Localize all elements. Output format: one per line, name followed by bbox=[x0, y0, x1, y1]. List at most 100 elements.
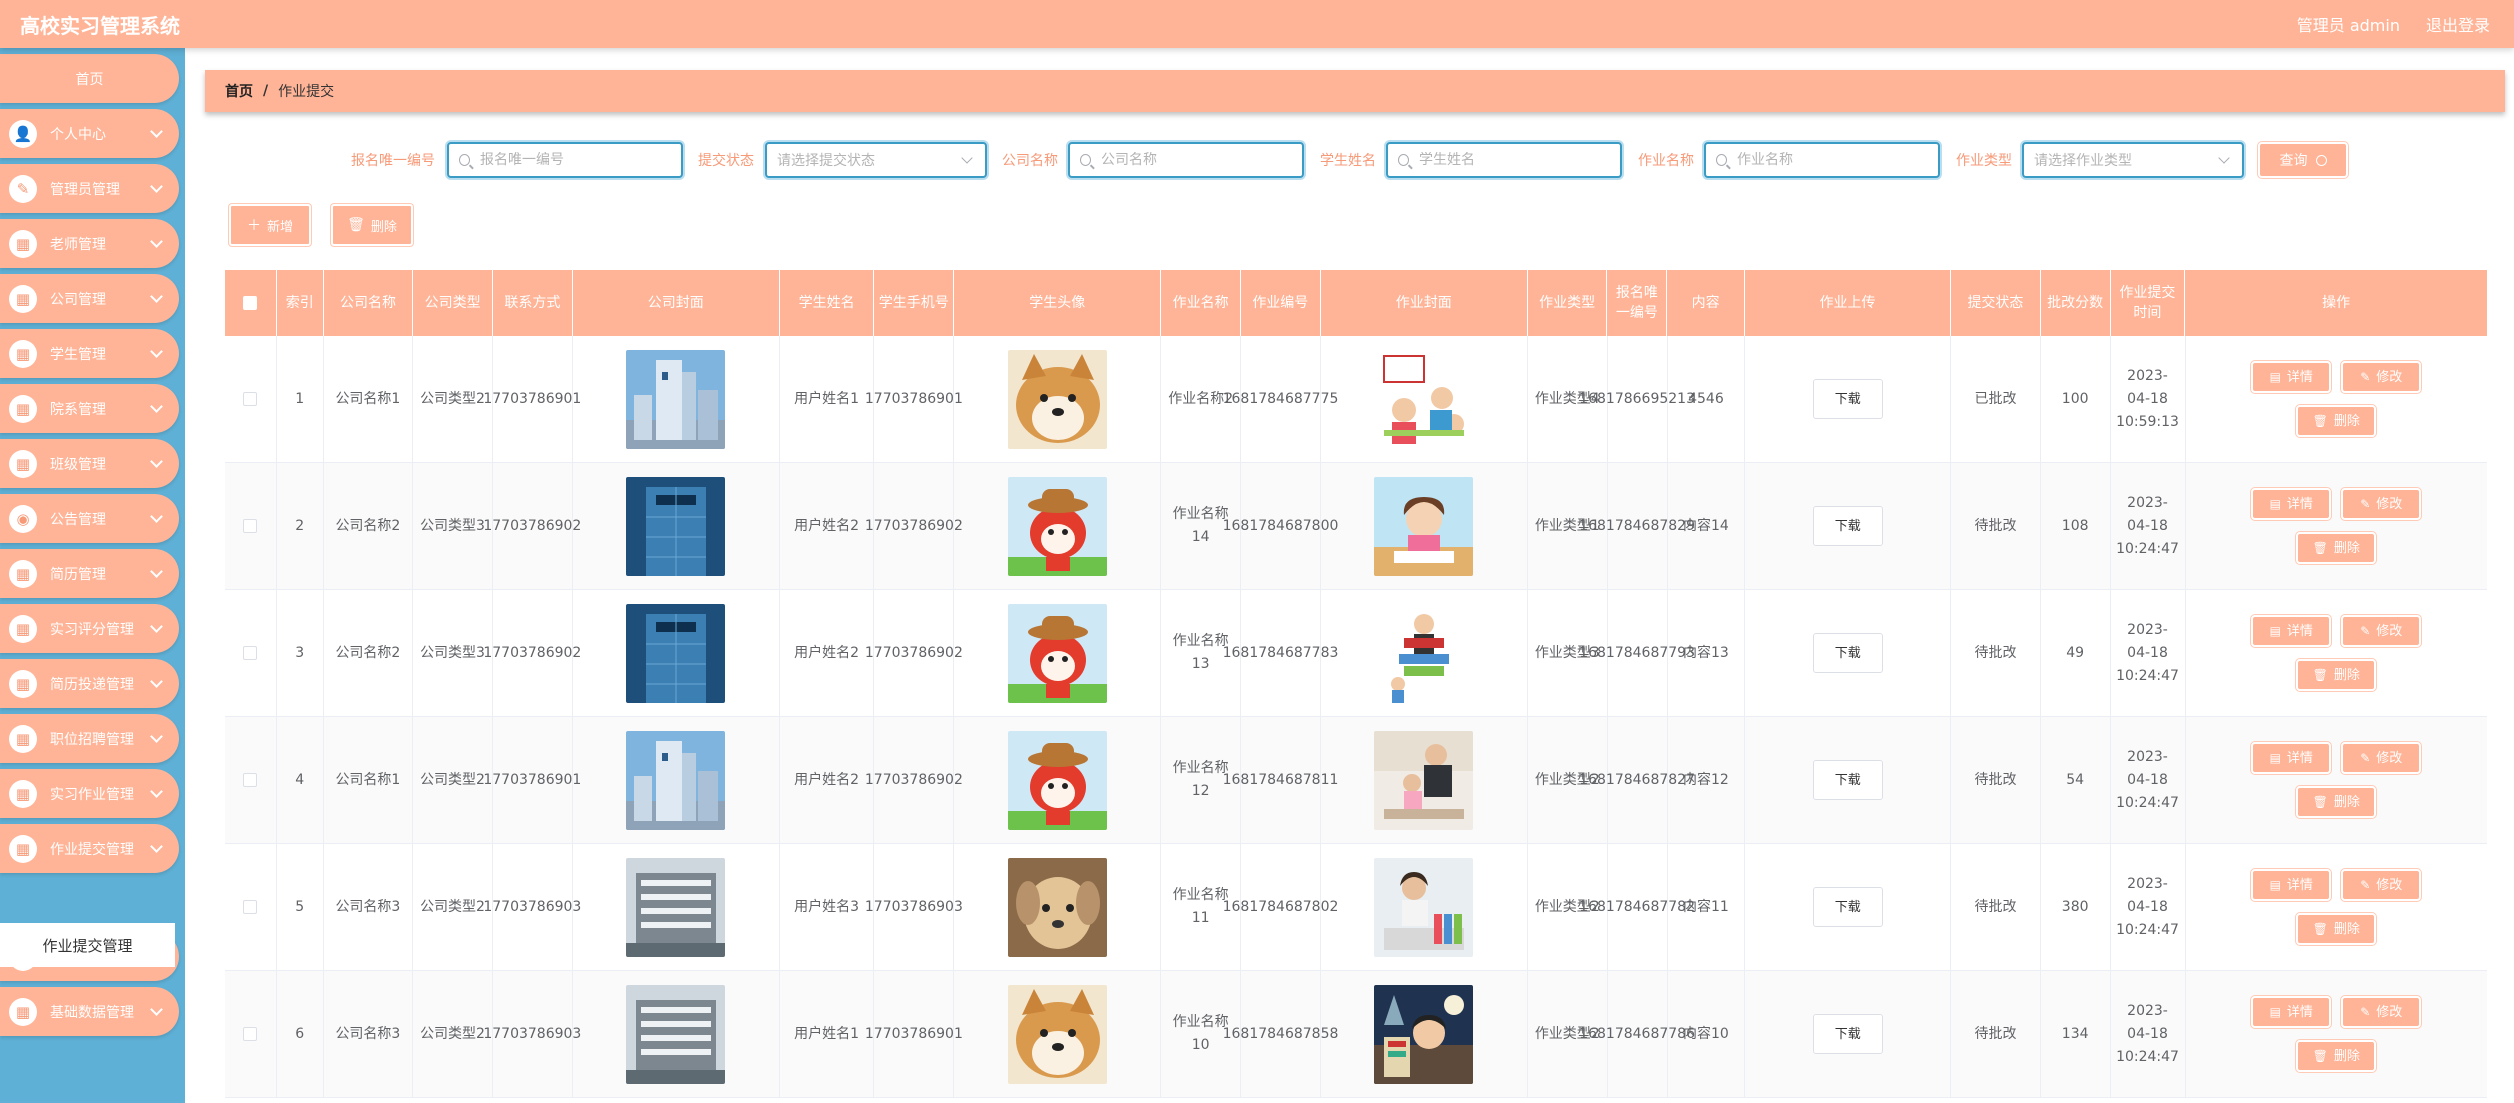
sidebar-item[interactable]: ▦ 简历管理 bbox=[0, 549, 179, 598]
index-value: 1 bbox=[295, 390, 305, 407]
bulk-delete-button[interactable]: 🗑 删除 bbox=[331, 204, 413, 246]
company-name-cell: 公司名称1 bbox=[324, 717, 414, 843]
edit-button[interactable]: ✎ 修改 bbox=[2341, 742, 2422, 774]
company-type-value: 公司类型2 bbox=[420, 898, 485, 915]
status-value: 已批改 bbox=[1974, 390, 2017, 407]
contact-cell: 17703786903 bbox=[483, 844, 581, 970]
chevron-down-icon bbox=[150, 454, 163, 468]
sidebar-item[interactable]: ▦ 学生管理 bbox=[0, 329, 179, 378]
logout-link[interactable]: 退出登录 bbox=[2426, 12, 2490, 36]
edit-button[interactable]: ✎ 修改 bbox=[2341, 869, 2422, 901]
homework-name-field[interactable] bbox=[1704, 142, 1940, 178]
row-select-cell bbox=[225, 463, 277, 589]
download-button[interactable]: 下载 bbox=[1812, 633, 1883, 673]
student-name-input[interactable] bbox=[1419, 152, 1620, 168]
sidebar-item[interactable]: ▦ 实习作业管理 bbox=[0, 769, 179, 818]
row-checkbox[interactable] bbox=[243, 900, 258, 914]
delete-button[interactable]: 🗑 删除 bbox=[2296, 532, 2377, 564]
delete-button[interactable]: 🗑 删除 bbox=[2296, 786, 2377, 818]
table-row: 1 公司名称1 公司类型2 17703786901 用户姓名1 17703786901 作业… bbox=[225, 336, 2487, 463]
submit-time-value: 2023-04-18 10:24:47 bbox=[2116, 875, 2179, 938]
download-button[interactable]: 下载 bbox=[1812, 887, 1883, 927]
company-cover-cell bbox=[573, 336, 780, 462]
select-all-checkbox[interactable] bbox=[243, 296, 258, 310]
table-row: 4 公司名称1 公司类型2 17703786901 用户姓名2 17703786902 作业… bbox=[225, 717, 2487, 844]
row-checkbox[interactable] bbox=[243, 646, 258, 660]
index-value: 2 bbox=[295, 517, 305, 534]
sidebar-item[interactable]: ▦ 公司管理 bbox=[0, 274, 179, 323]
detail-button[interactable]: ▤ 详情 bbox=[2251, 361, 2332, 393]
edit-button[interactable]: ✎ 修改 bbox=[2341, 361, 2422, 393]
sidebar-item[interactable]: ▦ 实习评分管理 bbox=[0, 604, 179, 653]
detail-button[interactable]: ▤ 详情 bbox=[2251, 615, 2332, 647]
breadcrumb-current: 作业提交 bbox=[278, 84, 335, 100]
download-button[interactable]: 下载 bbox=[1812, 1014, 1883, 1054]
detail-button[interactable]: ▤ 详情 bbox=[2251, 488, 2332, 520]
query-label: 查询 bbox=[2279, 153, 2308, 169]
grid-icon: ▦ bbox=[9, 614, 37, 643]
row-checkbox[interactable] bbox=[243, 1027, 258, 1041]
contact-value: 17703786902 bbox=[483, 644, 582, 661]
column-header: 作业编号 bbox=[1241, 270, 1321, 336]
submit-time-value: 2023-04-18 10:24:47 bbox=[2116, 494, 2179, 557]
grid-icon: ▦ bbox=[9, 779, 37, 808]
detail-button[interactable]: ▤ 详情 bbox=[2251, 996, 2332, 1028]
delete-button[interactable]: 🗑 删除 bbox=[2296, 913, 2377, 945]
row-checkbox[interactable] bbox=[243, 392, 258, 406]
sidebar-item[interactable]: ▦ 班级管理 bbox=[0, 439, 179, 488]
breadcrumb-home[interactable]: 首页 bbox=[225, 81, 253, 101]
sidebar-item[interactable]: ▦ 简历投递管理 bbox=[0, 659, 179, 708]
content-value: 内容11 bbox=[1683, 898, 1729, 915]
company-name-input[interactable] bbox=[1101, 152, 1302, 168]
row-select-cell bbox=[225, 844, 277, 970]
table-row: 6 公司名称3 公司类型2 17703786903 用户姓名1 17703786901 作业… bbox=[225, 971, 2487, 1098]
company-name-field[interactable] bbox=[1068, 142, 1304, 178]
sidebar-subitem-active[interactable]: 作业提交管理 bbox=[0, 923, 175, 967]
edit-button[interactable]: ✎ 修改 bbox=[2341, 996, 2422, 1028]
row-checkbox[interactable] bbox=[243, 519, 258, 533]
company-type-value: 公司类型2 bbox=[420, 390, 485, 407]
index-cell: 2 bbox=[277, 463, 324, 589]
download-button[interactable]: 下载 bbox=[1812, 379, 1883, 419]
content-value: 内容14 bbox=[1683, 517, 1729, 534]
student-avatar-cell bbox=[954, 463, 1162, 589]
delete-button[interactable]: 🗑 删除 bbox=[2296, 659, 2377, 691]
company-name-cell: 公司名称3 bbox=[324, 844, 414, 970]
submit-time-value: 2023-04-18 10:59:13 bbox=[2116, 367, 2179, 430]
score-value: 380 bbox=[2061, 898, 2089, 915]
sidebar-item[interactable]: ▦ 院系管理 bbox=[0, 384, 179, 433]
student-name-field[interactable] bbox=[1386, 142, 1622, 178]
company-cover-cell bbox=[573, 463, 780, 589]
download-button[interactable]: 下载 bbox=[1812, 506, 1883, 546]
sidebar-item-label: 院系管理 bbox=[50, 401, 106, 418]
download-button[interactable]: 下载 bbox=[1812, 760, 1883, 800]
signup-no-input[interactable] bbox=[480, 152, 681, 168]
sidebar-item[interactable]: ✎ 管理员管理 bbox=[0, 164, 179, 213]
sidebar-item[interactable]: ▦ 老师管理 bbox=[0, 219, 179, 268]
sidebar-item[interactable]: ▦ 基础数据管理 bbox=[0, 987, 179, 1036]
homework-name-input[interactable] bbox=[1737, 152, 1938, 168]
delete-button[interactable]: 🗑 删除 bbox=[2296, 405, 2377, 437]
sidebar-item[interactable]: ◉ 公告管理 bbox=[0, 494, 179, 543]
pencil-icon: ✎ bbox=[2360, 369, 2371, 384]
submit-time-value: 2023-04-18 10:24:47 bbox=[2116, 621, 2179, 684]
edit-button[interactable]: ✎ 修改 bbox=[2341, 615, 2422, 647]
sidebar-item[interactable]: 👤 个人中心 bbox=[0, 109, 179, 158]
signup-no-field[interactable] bbox=[447, 142, 683, 178]
table-row: 2 公司名称2 公司类型3 17703786902 用户姓名2 17703786902 作业… bbox=[225, 463, 2487, 590]
detail-button[interactable]: ▤ 详情 bbox=[2251, 742, 2332, 774]
homework-type-select[interactable]: 请选择作业类型 bbox=[2022, 142, 2244, 178]
add-button[interactable]: ＋ 新增 bbox=[229, 204, 311, 246]
edit-button[interactable]: ✎ 修改 bbox=[2341, 488, 2422, 520]
sidebar-item[interactable]: ▦ 作业提交管理 bbox=[0, 824, 179, 873]
query-button[interactable]: 查询 bbox=[2258, 142, 2348, 178]
sidebar-item[interactable]: 首页 bbox=[0, 54, 179, 103]
submit-time-cell: 2023-04-18 10:24:47 bbox=[2111, 844, 2186, 970]
detail-button[interactable]: ▤ 详情 bbox=[2251, 869, 2332, 901]
row-checkbox[interactable] bbox=[243, 773, 258, 787]
status-select[interactable]: 请选择提交状态 bbox=[765, 142, 987, 178]
sidebar-item[interactable]: ▦ 职位招聘管理 bbox=[0, 714, 179, 763]
homework-name-label: 作业名称 bbox=[1638, 153, 1694, 169]
delete-button[interactable]: 🗑 删除 bbox=[2296, 1040, 2377, 1072]
detail-label: 详情 bbox=[2286, 750, 2313, 766]
